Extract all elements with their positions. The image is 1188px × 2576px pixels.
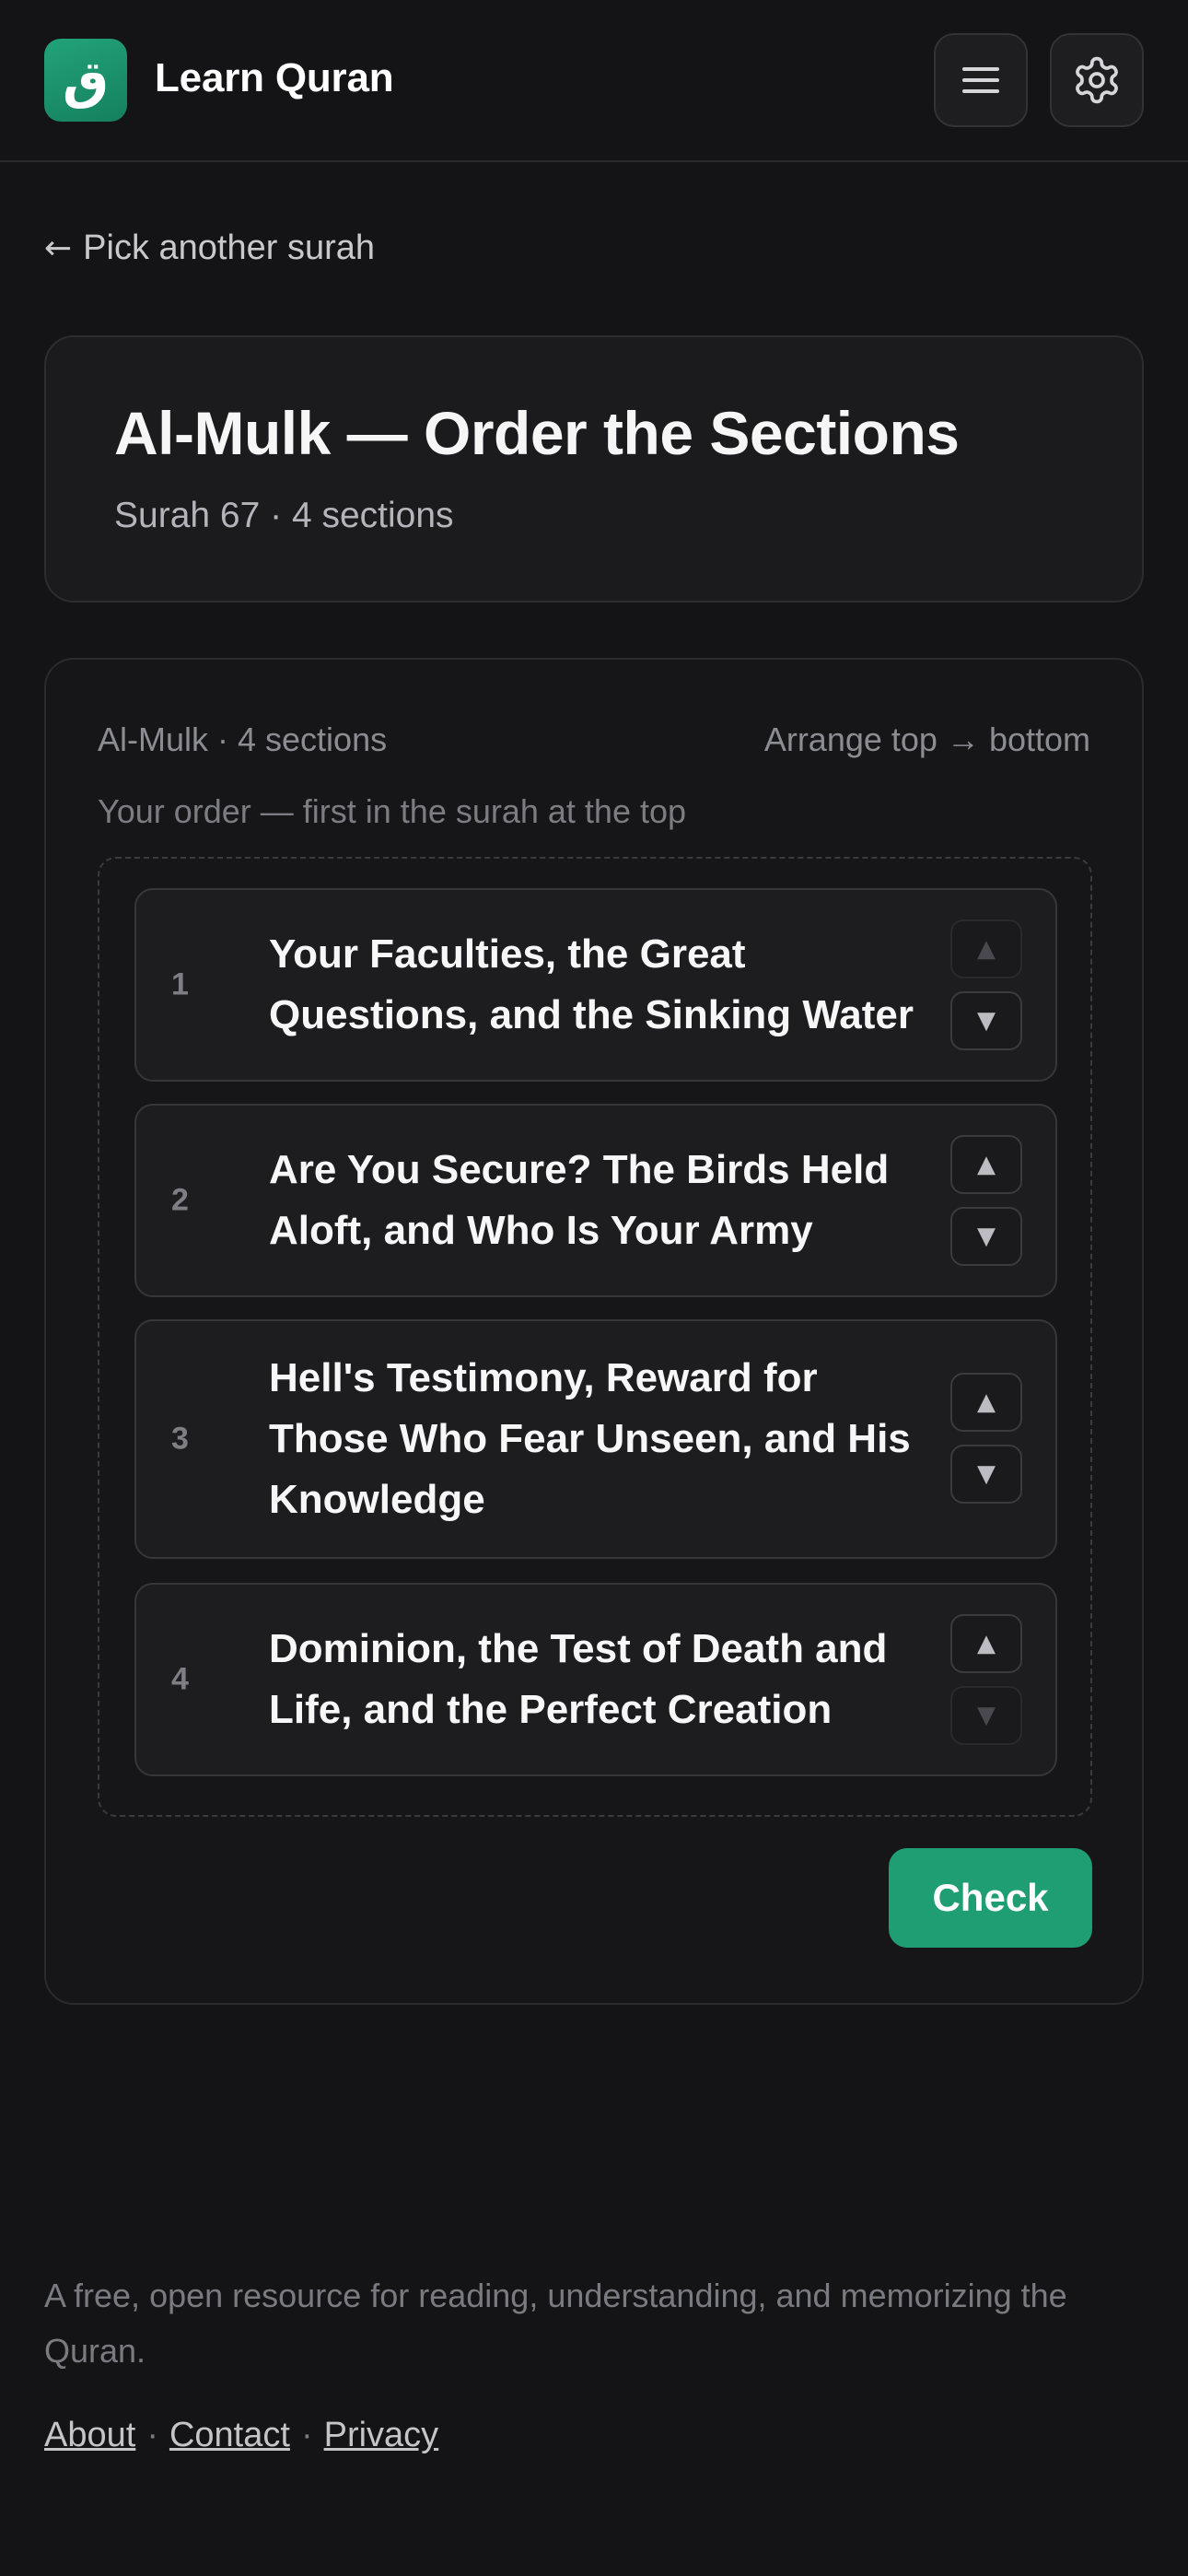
move-down-button[interactable]: ▼ bbox=[950, 1207, 1022, 1266]
section-position: 2 bbox=[171, 1182, 189, 1218]
section-title: Your Faculties, the Great Questions, and… bbox=[269, 931, 914, 1037]
menu-button[interactable] bbox=[934, 33, 1028, 127]
sortable-item[interactable]: 3 Hell's Testimony, Reward for Those Who… bbox=[134, 1319, 1057, 1559]
link-separator: · bbox=[300, 2416, 313, 2454]
move-up-button[interactable]: ▲ bbox=[950, 1373, 1022, 1432]
app-header: ق Learn Quran bbox=[0, 0, 1188, 162]
app-logo[interactable]: ق bbox=[44, 39, 127, 122]
ordering-exercise-card: Al-Mulk · 4 sections Arrange top → botto… bbox=[44, 658, 1144, 2005]
move-up-button[interactable]: ▲ bbox=[950, 1614, 1022, 1673]
section-title: Hell's Testimony, Reward for Those Who F… bbox=[269, 1355, 911, 1522]
exercise-meta: Al-Mulk · 4 sections bbox=[98, 720, 388, 758]
section-title: Dominion, the Test of Death and Life, an… bbox=[269, 1626, 888, 1732]
order-hint: Your order — first in the surah at the t… bbox=[98, 792, 687, 830]
sortable-item[interactable]: 2 Are You Secure? The Birds Held Aloft, … bbox=[134, 1104, 1057, 1297]
move-down-button[interactable]: ▼ bbox=[950, 991, 1022, 1050]
gear-icon bbox=[1076, 56, 1118, 104]
sortable-item[interactable]: 4 Dominion, the Test of Death and Life, … bbox=[134, 1583, 1057, 1776]
exercise-instruction: Arrange top → bottom bbox=[763, 720, 1090, 758]
footer-description: A free, open resource for reading, under… bbox=[44, 2277, 1067, 2370]
back-to-surah-list-link[interactable]: ← Pick another surah bbox=[44, 228, 375, 268]
check-button[interactable]: Check bbox=[889, 1848, 1092, 1948]
arrow-left-icon: ← bbox=[44, 229, 73, 267]
back-link-label: Pick another surah bbox=[83, 228, 376, 267]
app-title[interactable]: Learn Quran bbox=[155, 55, 394, 101]
section-position: 4 bbox=[171, 1661, 189, 1697]
contact-link[interactable]: Contact bbox=[169, 2416, 290, 2455]
sortable-list: 1 Your Faculties, the Great Questions, a… bbox=[98, 857, 1092, 1817]
link-separator: · bbox=[146, 2416, 158, 2454]
title-card: Al-Mulk — Order the Sections Surah 67 · … bbox=[44, 335, 1144, 603]
footer-links: About · Contact · Privacy bbox=[44, 2416, 438, 2455]
hamburger-menu-icon bbox=[962, 67, 999, 93]
move-down-button[interactable]: ▼ bbox=[950, 1686, 1022, 1745]
page-subtitle: Surah 67 · 4 sections bbox=[114, 496, 454, 535]
section-title: Are You Secure? The Birds Held Aloft, an… bbox=[269, 1147, 890, 1253]
page-title: Al-Mulk — Order the Sections bbox=[114, 399, 960, 467]
privacy-link[interactable]: Privacy bbox=[324, 2416, 439, 2455]
move-up-button[interactable]: ▲ bbox=[950, 919, 1022, 978]
settings-button[interactable] bbox=[1050, 33, 1144, 127]
about-link[interactable]: About bbox=[44, 2416, 135, 2455]
section-position: 1 bbox=[171, 966, 189, 1002]
section-position: 3 bbox=[171, 1421, 189, 1457]
move-down-button[interactable]: ▼ bbox=[950, 1445, 1022, 1504]
move-up-button[interactable]: ▲ bbox=[950, 1135, 1022, 1194]
sortable-item[interactable]: 1 Your Faculties, the Great Questions, a… bbox=[134, 888, 1057, 1082]
